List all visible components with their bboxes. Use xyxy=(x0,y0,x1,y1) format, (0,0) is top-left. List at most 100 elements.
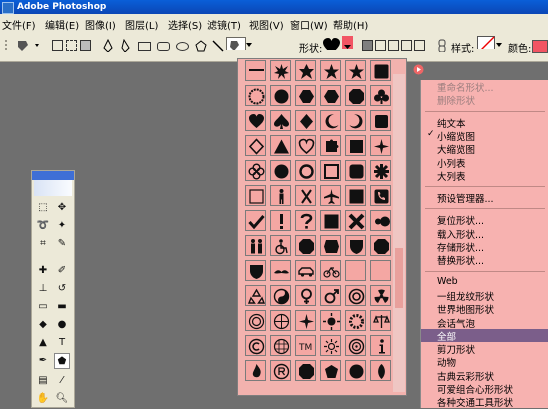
rounded-square-shape-swatch[interactable] xyxy=(345,160,366,181)
clone-stamp-icon[interactable]: ⊥ xyxy=(35,281,51,297)
couple-shape-swatch[interactable] xyxy=(245,235,266,256)
phone-shape-swatch[interactable] xyxy=(345,185,366,206)
square-shape-swatch[interactable] xyxy=(345,135,366,156)
badge-shape-swatch[interactable] xyxy=(320,235,341,256)
menu-select[interactable]: 选择(S) xyxy=(168,17,202,32)
male-shape-swatch[interactable] xyxy=(320,285,341,306)
flyout-menu-item[interactable]: 会话气泡 xyxy=(437,316,475,330)
bicycle-shape-swatch[interactable] xyxy=(320,260,341,281)
flyout-menu-item[interactable]: Web xyxy=(437,276,458,287)
menu-layer[interactable]: 图层(L) xyxy=(125,17,158,32)
flyout-menu-item[interactable]: 各种交通工具形状 xyxy=(437,395,513,409)
exclamation-shape-swatch[interactable] xyxy=(270,210,291,231)
starburst-shape-swatch[interactable] xyxy=(270,85,291,106)
bus-shape-swatch[interactable] xyxy=(345,260,366,281)
intersect-mode-icon[interactable] xyxy=(401,40,412,51)
world-shape-swatch[interactable] xyxy=(270,310,291,331)
subtract-mode-icon[interactable] xyxy=(388,40,399,51)
hexagon-shape-swatch[interactable] xyxy=(295,85,316,106)
copyright-shape-swatch[interactable] xyxy=(320,210,341,231)
history-brush-icon[interactable]: ↺ xyxy=(54,281,70,297)
rounded-rectangle-tool-icon[interactable] xyxy=(157,42,170,51)
path-selection-icon[interactable]: ▲ xyxy=(35,335,51,351)
style-dropdown-icon[interactable] xyxy=(496,43,503,56)
paths-button[interactable] xyxy=(66,40,77,51)
style-swatch-none[interactable] xyxy=(477,36,495,49)
shape-picker-scrollbar[interactable] xyxy=(393,74,405,392)
zoom-tool-icon[interactable]: 🔍︎ xyxy=(54,391,70,407)
menu-view[interactable]: 视图(V) xyxy=(249,17,284,32)
diamond-outline-shape-swatch[interactable] xyxy=(245,135,266,156)
toolbox-titlebar[interactable] xyxy=(32,171,74,180)
ellipse-tool-icon[interactable] xyxy=(176,42,189,51)
slice-tool-icon[interactable]: ✎ xyxy=(54,236,70,252)
flyout-menu-item[interactable]: 动物 xyxy=(437,355,456,369)
hand-tool-icon[interactable]: ✋ xyxy=(35,391,51,407)
scissors-shape-swatch[interactable] xyxy=(295,185,316,206)
key-shape-swatch[interactable] xyxy=(345,360,366,381)
notes-tool-icon[interactable]: ▤ xyxy=(35,373,51,389)
line-tool-icon[interactable] xyxy=(211,39,225,52)
lock-shape-swatch[interactable] xyxy=(295,360,316,381)
link-chain-icon[interactable] xyxy=(438,39,446,52)
flyout-menu-item[interactable]: 古典云彩形状 xyxy=(437,369,494,383)
color-swatch[interactable] xyxy=(532,40,548,53)
phone-box-shape-swatch[interactable] xyxy=(370,185,391,206)
ring-shape-swatch[interactable] xyxy=(295,160,316,181)
ribbon-shape-swatch[interactable] xyxy=(370,110,391,131)
menu-window[interactable]: 窗口(W) xyxy=(290,17,328,32)
leaf-shape-swatch[interactable] xyxy=(370,360,391,381)
shape-picker-dropdown-button[interactable] xyxy=(342,36,353,49)
rectangle-tool-icon[interactable] xyxy=(138,42,151,51)
stop-shape-swatch[interactable] xyxy=(295,235,316,256)
move-tool-icon[interactable]: ✥ xyxy=(54,200,70,216)
heart-shape-swatch[interactable] xyxy=(245,110,266,131)
flyout-menu-item[interactable]: 大列表 xyxy=(437,169,466,183)
trademark-shape-swatch[interactable]: TM xyxy=(295,335,316,356)
fill-pixels-button[interactable] xyxy=(80,40,91,51)
frame-shape-swatch[interactable] xyxy=(245,185,266,206)
circle-shape-swatch[interactable] xyxy=(270,160,291,181)
shape-layers-button[interactable] xyxy=(52,40,63,51)
fire-shape-swatch[interactable] xyxy=(245,360,266,381)
pen-icon[interactable] xyxy=(102,39,114,52)
octagon2-shape-swatch[interactable] xyxy=(370,235,391,256)
mustache-shape-swatch[interactable] xyxy=(270,260,291,281)
dots-shape-swatch[interactable] xyxy=(245,60,266,81)
pen-tool-icon[interactable]: ✒ xyxy=(35,353,51,369)
asterisk-shape-swatch[interactable] xyxy=(370,160,391,181)
menu-image[interactable]: 图像(I) xyxy=(85,17,116,32)
heart-outline-shape-swatch[interactable] xyxy=(295,135,316,156)
exclude-mode-icon[interactable] xyxy=(414,40,425,51)
healing-brush-icon[interactable]: ✚ xyxy=(35,263,51,279)
blur-tool-icon[interactable]: ◆ xyxy=(35,317,51,333)
scale-shape-swatch[interactable] xyxy=(370,310,391,331)
gear-shape-swatch[interactable] xyxy=(345,310,366,331)
puzzle-shape-swatch[interactable] xyxy=(320,135,341,156)
flower-shape-swatch[interactable] xyxy=(245,160,266,181)
lasso-tool-icon[interactable]: ➰ xyxy=(35,218,51,234)
target-shape-swatch[interactable] xyxy=(345,285,366,306)
gradient-tool-icon[interactable]: ▬ xyxy=(54,299,70,315)
flyout-menu-item[interactable]: 复位形状... xyxy=(437,213,484,227)
flyout-menu-item[interactable]: 小缩览图 xyxy=(437,129,475,143)
shield-outline-shape-swatch[interactable] xyxy=(245,260,266,281)
flyout-menu-item[interactable]: 全部 xyxy=(421,328,548,343)
sun-shape-swatch[interactable] xyxy=(320,310,341,331)
radiation-shape-swatch[interactable] xyxy=(370,285,391,306)
menu-edit[interactable]: 编辑(E) xyxy=(45,17,79,32)
eyedropper-tool-icon[interactable]: ⁄ xyxy=(54,373,70,389)
dodge-tool-icon[interactable]: ● xyxy=(54,317,70,333)
grid-globe-shape-swatch[interactable] xyxy=(270,335,291,356)
anchor-shape-swatch[interactable] xyxy=(245,310,266,331)
flyout-menu-item[interactable]: 大缩览图 xyxy=(437,142,475,156)
club-shape-swatch[interactable] xyxy=(370,85,391,106)
triangle-shape-swatch[interactable] xyxy=(270,135,291,156)
square-outline-shape-swatch[interactable] xyxy=(320,160,341,181)
x-shape-swatch[interactable] xyxy=(345,210,366,231)
flyout-menu-item[interactable]: 替换形状... xyxy=(437,253,484,267)
spade-shape-swatch[interactable] xyxy=(270,110,291,131)
marquee-tool-icon[interactable]: ⬚ xyxy=(35,200,51,216)
flyout-menu-item[interactable]: 纯文本 xyxy=(437,116,466,130)
star5-shape-swatch[interactable] xyxy=(320,60,341,81)
